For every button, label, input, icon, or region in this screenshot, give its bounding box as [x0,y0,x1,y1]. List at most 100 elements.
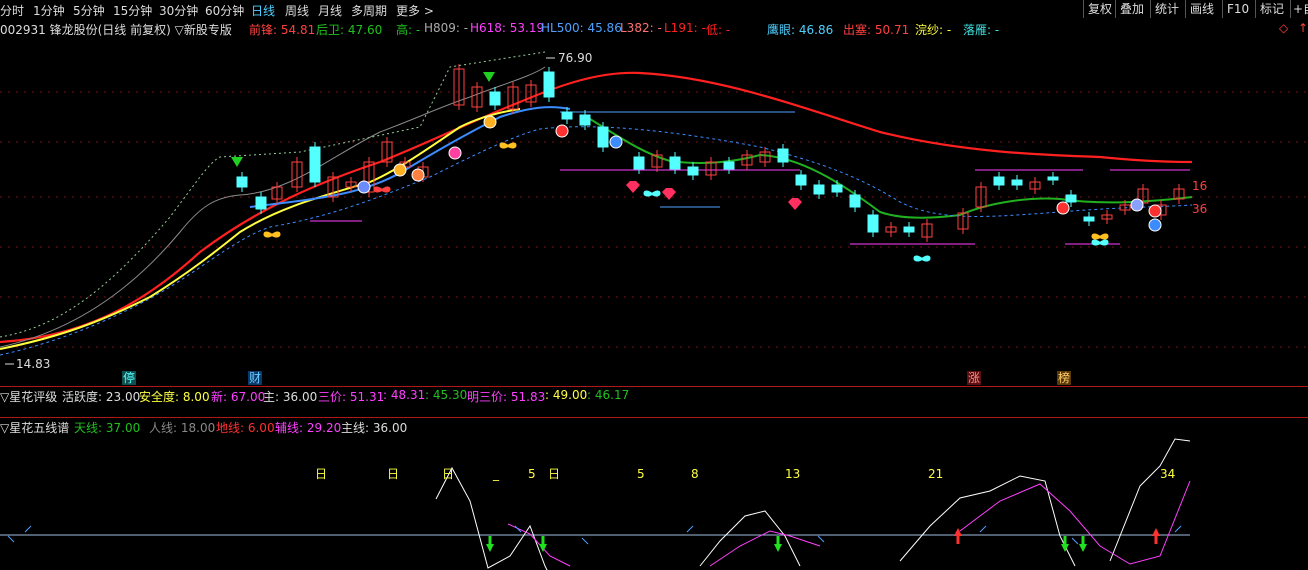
candle-body [489,91,501,106]
tf-30min[interactable]: 30分钟 [159,2,198,19]
day-label: 34 [1160,467,1175,481]
diamond-icon[interactable]: ◇ [1279,21,1288,35]
zhuxian-line [1109,438,1191,562]
candle-body [795,174,807,186]
h618-value: H618: 53.19 [470,21,545,35]
candle-body [813,184,825,195]
sanjia-value: 三价: 51.31 [318,390,385,404]
green-down-arrow-icon [486,536,494,552]
day-label: 5 [637,467,645,481]
yingyan-value: 鹰眼: 46.86 [767,23,834,37]
candle-body [236,176,248,188]
small-blue-arrow-icon [24,525,32,533]
red-up-arrow-icon [1152,528,1160,544]
tf-5min[interactable]: 5分钟 [73,2,105,19]
right-label-36: 36 [1192,202,1207,216]
fuxian-line [709,530,821,567]
tf-multi[interactable]: 多周期 [351,2,387,19]
day-label: 日 [442,467,454,481]
zixuan-button[interactable]: +自 [1290,0,1308,18]
biaoji-button[interactable]: 标记 [1255,0,1288,18]
green-triangle-icon [483,72,495,82]
marker-zhang[interactable]: 涨 [967,371,981,385]
wansha-value: 浣纱: - [915,23,952,37]
tf-monthly[interactable]: 月线 [318,2,342,19]
fuquan-button[interactable]: 复权 [1083,0,1116,18]
tf-daily[interactable]: 日线 [251,2,275,19]
zhuxian-value: 主线: 36.00 [341,421,408,435]
hl500-value: HL500: 45.86 [541,21,622,35]
green-down-arrow-icon [539,536,547,552]
mingsanjia-mid: : 49.00 [545,388,588,402]
candle-body [849,194,861,208]
di-value: 低: - [706,23,731,37]
candle-body [687,166,699,176]
candle-body [543,71,555,98]
zhuxian-line [699,510,801,567]
panel2-lines [435,438,1191,570]
wuxianpu-chart[interactable]: 日日日 _ 5 日 5 8 13 21 34 [0,436,1308,570]
candle-body [903,226,915,233]
candle-body [597,126,609,148]
diejia-button[interactable]: 叠加 [1115,0,1148,18]
gao-value: 高: - [396,23,421,37]
candle-body [831,184,843,193]
marker-ting[interactable]: 停 [122,371,136,385]
tf-more[interactable]: 更多 > [396,2,434,19]
chusai-value: 出塞: 50.71 [843,23,910,37]
candle-body [561,111,573,120]
arrow-up-icon[interactable]: ↑ [1298,21,1308,35]
small-blue-arrow-icon [817,535,825,543]
candle-body [723,161,735,170]
blue-ball-icon [609,135,623,149]
green-down-arrow-icon [774,536,782,552]
tongji-button[interactable]: 统计 [1150,0,1183,18]
blue-ball-icon [1148,218,1162,232]
butterfly-icon [499,142,517,149]
l382-value: L382: - [620,21,662,35]
anquan-value: 安全度: 8.00 [139,390,210,404]
right-label-16: 16 [1192,179,1207,193]
ma-blue-line [249,106,571,208]
tf-15min[interactable]: 15分钟 [113,2,152,19]
day-label: 8 [691,467,699,481]
flower-icon [448,146,462,160]
red-ball-icon [555,124,569,138]
panel1-title[interactable]: ▽星花评级 [0,388,57,405]
marker-bang[interactable]: 榜 [1057,371,1071,385]
red-gem-icon [662,188,676,200]
candle-body [993,176,1005,186]
orange-ball-icon [483,115,497,129]
candle-body [255,196,267,210]
butterfly-icon [1091,239,1109,246]
houwei-value: 后卫: 47.60 [316,23,383,37]
candle-body [669,156,681,170]
period-toolbar: 分时 1分钟 5分钟 15分钟 30分钟 60分钟 日线 周线 月线 多周期 更… [0,0,1308,19]
huoyue-value: 活跃度: 23.00 [62,390,141,404]
tf-60min[interactable]: 60分钟 [205,2,244,19]
butterfly-icon [913,255,931,262]
green-down-arrow-icon [1079,536,1087,552]
f10-button[interactable]: F10 [1222,0,1253,18]
tf-weekly[interactable]: 周线 [285,2,309,19]
zhu-value: 主: 36.00 [263,390,318,404]
renxian-value: 人线: 18.00 [149,421,216,435]
candle-body [1083,216,1095,222]
panel2-title[interactable]: ▽星花五线谱 [0,419,69,436]
candle-body [777,148,789,163]
small-blue-arrow-icon [581,537,589,545]
qianfeng-value: 前锋: 54.81 [249,23,316,37]
stock-title[interactable]: 002931 锋龙股份(日线 前复权) ▽新股专版 [0,21,232,38]
tf-fenshi[interactable]: 分时 [0,2,24,19]
red-gem-icon [626,181,640,193]
day-label: 日 [548,467,560,481]
candle-body [1011,179,1023,186]
sanjia-mid: : 48.31 [383,388,426,402]
moving-average-lines [0,51,1193,356]
marker-cai[interactable]: 财 [248,371,262,385]
mingsanjia-value: 明三价: 51.83 [467,390,546,404]
tf-1min[interactable]: 1分钟 [33,2,65,19]
price-chart[interactable]: 76.90 14.83 16 36 [0,37,1308,387]
huaxian-button[interactable]: 画线 [1185,0,1218,18]
ma-dashed-line [0,126,1193,356]
